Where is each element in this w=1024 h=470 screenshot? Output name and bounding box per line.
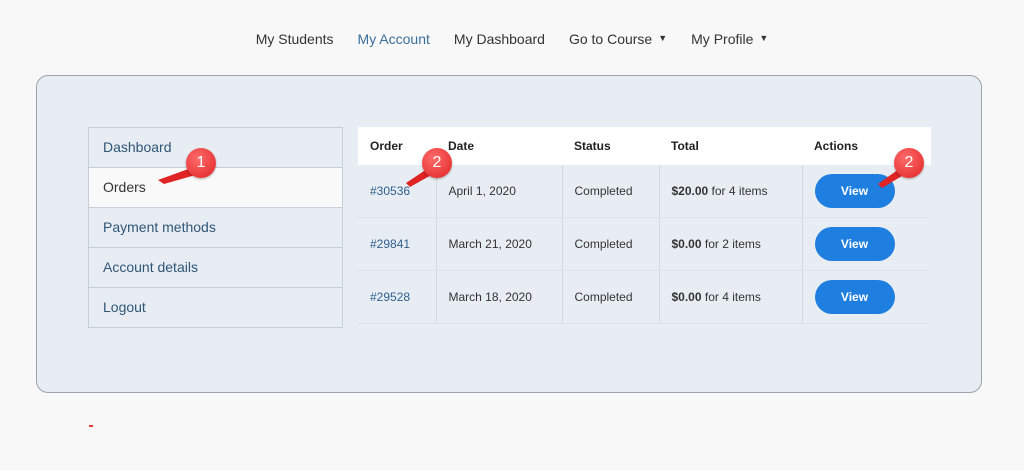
nav-my-profile[interactable]: My Profile ▼ [679, 28, 780, 50]
nav-label: My Dashboard [453, 31, 545, 47]
order-status: Completed [562, 165, 660, 218]
table-row: #29841 March 21, 2020 Completed $0.00 fo… [358, 217, 931, 271]
order-total: $0.00 for 4 items [659, 270, 803, 324]
nav-my-students[interactable]: My Students [244, 28, 346, 50]
decorative-mark [89, 425, 93, 427]
order-date: April 1, 2020 [436, 165, 563, 218]
order-date: March 21, 2020 [436, 217, 563, 271]
total-items: for 4 items [708, 184, 768, 198]
sidebar-item-orders[interactable]: Orders [89, 168, 342, 208]
column-header-total: Total [659, 127, 802, 165]
order-status: Completed [562, 270, 660, 324]
nav-go-to-course[interactable]: Go to Course ▼ [557, 28, 679, 50]
order-status: Completed [562, 217, 660, 271]
top-nav: My Students My Account My Dashboard Go t… [0, 28, 1024, 50]
nav-label: My Account [357, 31, 430, 47]
callout-badge-2: 2 [894, 148, 924, 178]
table-row: #29528 March 18, 2020 Completed $0.00 fo… [358, 270, 931, 324]
total-amount: $0.00 [671, 237, 702, 251]
total-amount: $0.00 [671, 290, 702, 304]
order-date: March 18, 2020 [436, 270, 563, 324]
sidebar-item-logout[interactable]: Logout [89, 288, 342, 327]
nav-my-account[interactable]: My Account [346, 28, 442, 50]
view-order-button[interactable]: View [814, 227, 895, 261]
total-amount: $20.00 [671, 184, 709, 198]
view-order-button[interactable]: View [814, 280, 895, 314]
total-items: for 4 items [701, 290, 761, 304]
chevron-down-icon: ▼ [658, 33, 668, 43]
order-total: $0.00 for 2 items [659, 217, 803, 271]
sidebar-item-payment-methods[interactable]: Payment methods [89, 208, 342, 248]
order-number-link[interactable]: #29841 [370, 237, 410, 251]
account-sidebar: Dashboard Orders Payment methods Account… [88, 127, 343, 328]
order-total: $20.00 for 4 items [659, 165, 803, 218]
nav-my-dashboard[interactable]: My Dashboard [442, 28, 557, 50]
callout-badge-2: 2 [422, 148, 452, 178]
sidebar-item-account-details[interactable]: Account details [89, 248, 342, 288]
account-panel: Dashboard Orders Payment methods Account… [36, 75, 982, 393]
total-items: for 2 items [701, 237, 761, 251]
order-number-link[interactable]: #29528 [370, 290, 410, 304]
chevron-down-icon: ▼ [759, 33, 769, 43]
callout-badge-1: 1 [186, 148, 216, 178]
column-header-date: Date [436, 127, 562, 165]
nav-label: My Profile [691, 31, 754, 47]
nav-label: Go to Course [568, 31, 653, 47]
nav-label: My Students [255, 31, 334, 47]
column-header-status: Status [562, 127, 659, 165]
